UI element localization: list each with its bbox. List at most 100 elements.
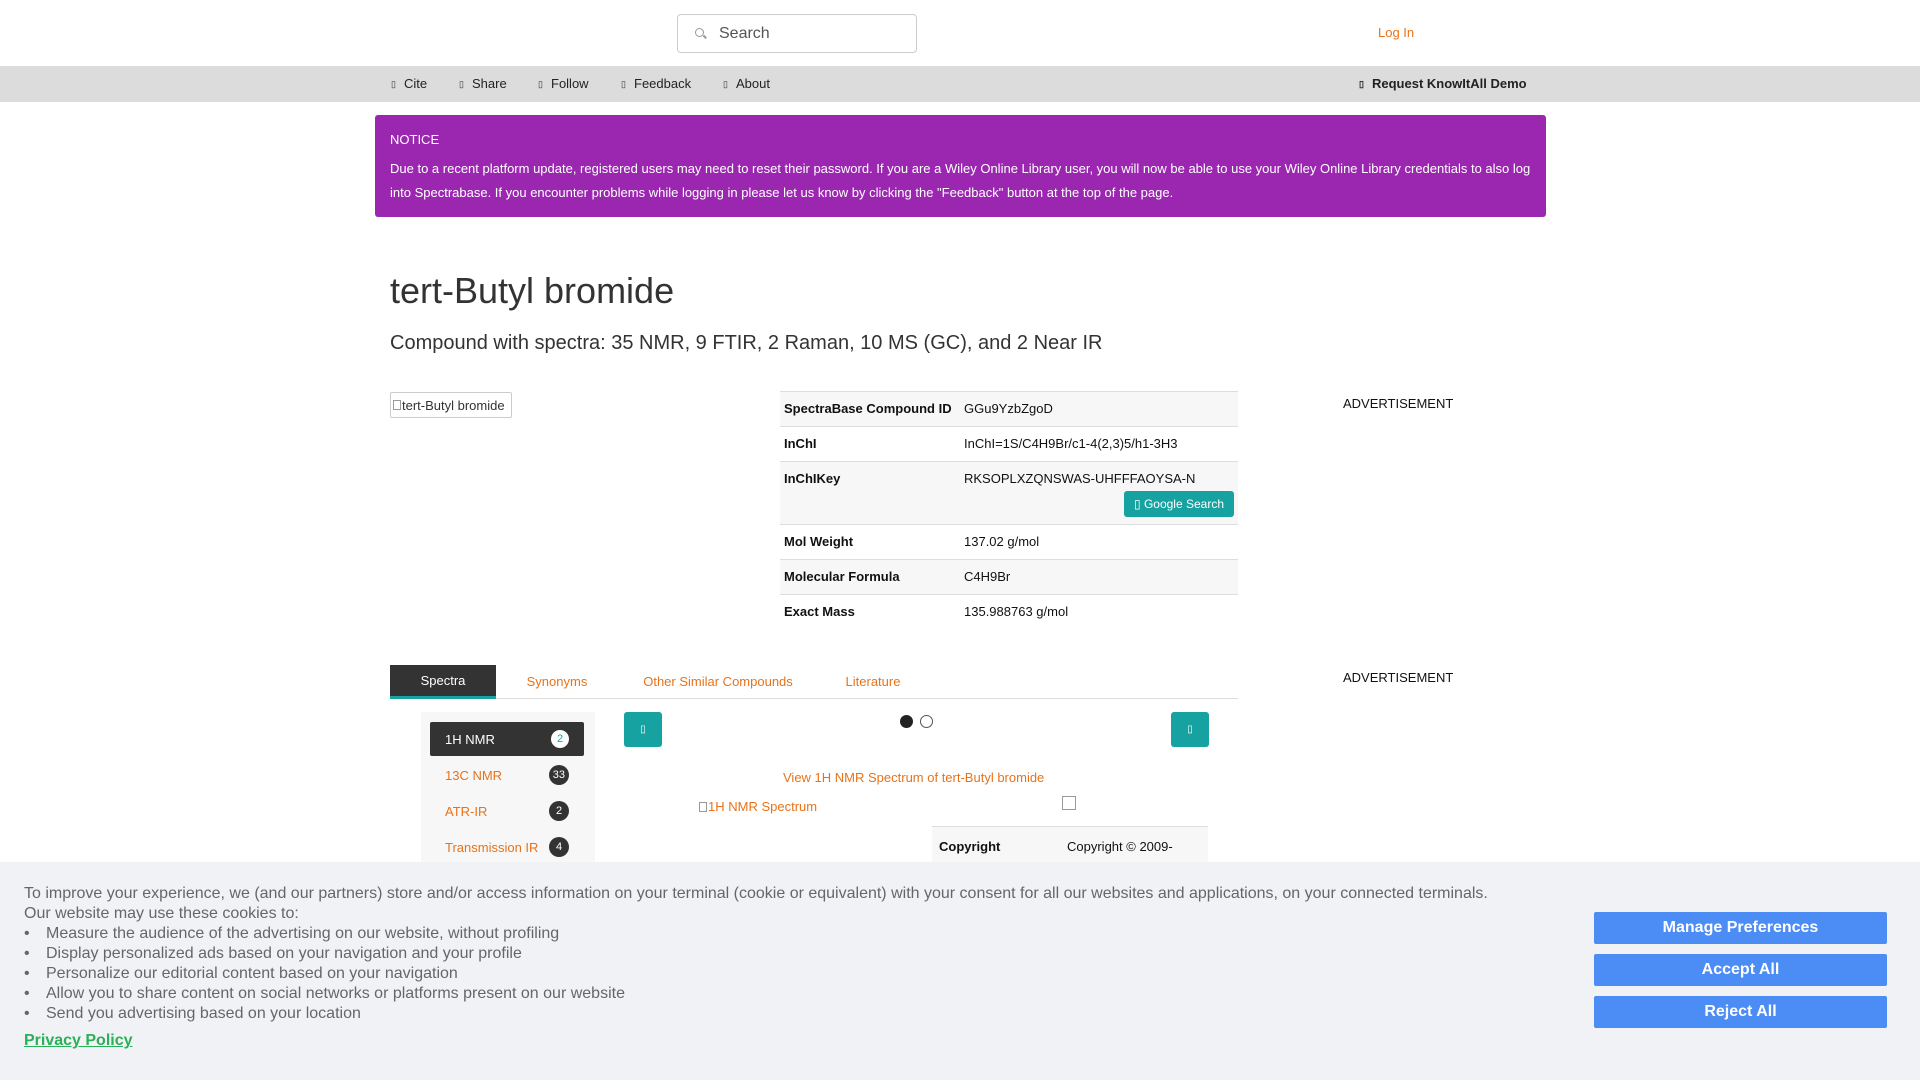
count-badge: 2 bbox=[549, 801, 569, 821]
nav-cite[interactable]: ▯ Cite bbox=[391, 76, 427, 91]
nav-about-label: About bbox=[736, 76, 770, 91]
spectra-type-label: ATR-IR bbox=[445, 803, 488, 819]
google-icon: ▯ bbox=[1134, 497, 1144, 511]
prop-value: C4H9Br bbox=[960, 559, 1238, 595]
prop-value: 135.988763 g/mol bbox=[960, 594, 1238, 630]
nav-cite-label: Cite bbox=[404, 76, 428, 91]
nav-follow[interactable]: ▯ Follow bbox=[538, 76, 589, 91]
prop-key: Molecular Formula bbox=[780, 559, 960, 595]
compound-subtitle: Compound with spectra: 35 NMR, 9 FTIR, 2… bbox=[390, 332, 1103, 354]
list-item: Allow you to share content on social net… bbox=[24, 984, 625, 1004]
share-icon: ▯ bbox=[459, 78, 464, 89]
cookie-intro: To improve your experience, we (and our … bbox=[24, 884, 1488, 924]
carousel-indicator[interactable] bbox=[920, 715, 933, 728]
notice-title: NOTICE bbox=[390, 132, 440, 147]
cookie-intro-line: Our website may use these cookies to: bbox=[24, 905, 299, 922]
demo-icon: ▯ bbox=[1359, 78, 1364, 89]
page-title: tert-Butyl bromide bbox=[390, 270, 675, 311]
structure-image: tert-Butyl bromide bbox=[390, 392, 512, 418]
cookie-intro-line: To improve your experience, we (and our … bbox=[24, 885, 1488, 902]
login-link[interactable]: Log In bbox=[1378, 25, 1414, 40]
chevron-right-icon: ▯ bbox=[1187, 724, 1193, 735]
carousel-indicator-active[interactable] bbox=[900, 715, 913, 728]
table-row: InChIKey RKSOPLXZQNSWAS-UHFFFAOYSA-N ▯ G… bbox=[780, 461, 1238, 525]
spectra-type-13c-nmr[interactable]: 13C NMR 33 bbox=[430, 758, 584, 792]
manage-preferences-button[interactable]: Manage Preferences bbox=[1594, 912, 1887, 944]
spectra-type-1h-nmr[interactable]: 1H NMR 2 bbox=[430, 722, 584, 756]
list-item: Display personalized ads based on your n… bbox=[24, 944, 625, 964]
prop-key: SpectraBase Compound ID bbox=[780, 391, 960, 427]
nav-share[interactable]: ▯ Share bbox=[459, 76, 507, 91]
tab-spectra[interactable]: Spectra bbox=[390, 665, 496, 699]
prop-value-cell: RKSOPLXZQNSWAS-UHFFFAOYSA-N ▯ Google Sea… bbox=[960, 461, 1238, 525]
spectra-type-label: 1H NMR bbox=[445, 731, 495, 747]
chevron-left-icon: ▯ bbox=[640, 724, 646, 735]
cookie-consent-banner: To improve your experience, we (and our … bbox=[0, 862, 1920, 1080]
follow-icon: ▯ bbox=[538, 78, 543, 89]
reject-all-button[interactable]: Reject All bbox=[1594, 996, 1887, 1028]
search-icon bbox=[695, 27, 707, 40]
carousel-next-button[interactable]: ▯ bbox=[1171, 712, 1209, 747]
accept-all-button[interactable]: Accept All bbox=[1594, 954, 1887, 986]
spectra-type-atr-ir[interactable]: ATR-IR 2 bbox=[430, 794, 584, 828]
nav-feedback[interactable]: ▯ Feedback bbox=[621, 76, 691, 91]
properties-table: SpectraBase Compound ID GGu9YzbZgoD InCh… bbox=[780, 391, 1238, 630]
request-demo-link[interactable]: ▯ Request KnowItAll Demo bbox=[1359, 76, 1527, 91]
request-demo-label: Request KnowItAll Demo bbox=[1372, 76, 1527, 91]
broken-image-icon bbox=[393, 400, 401, 410]
carousel-prev-button[interactable]: ▯ bbox=[624, 712, 662, 747]
structure-image-alt: tert-Butyl bromide bbox=[402, 397, 505, 413]
privacy-policy-link[interactable]: Privacy Policy bbox=[24, 1032, 133, 1050]
spectrum-info-table: Copyright Copyright © 2009- bbox=[932, 826, 1208, 862]
table-row: Mol Weight 137.02 g/mol bbox=[780, 524, 1238, 560]
spectra-type-transmission-ir[interactable]: Transmission IR 4 bbox=[430, 830, 584, 864]
notice-banner: NOTICE Due to a recent platform update, … bbox=[375, 115, 1546, 217]
broken-image-icon bbox=[1062, 796, 1076, 810]
advertisement-label: ADVERTISEMENT bbox=[1343, 396, 1454, 411]
count-badge: 33 bbox=[548, 765, 569, 785]
search-input[interactable] bbox=[719, 24, 909, 43]
list-item: Personalize our editorial content based … bbox=[24, 964, 625, 984]
nav-about[interactable]: ▯ About bbox=[723, 76, 770, 91]
nav-feedback-label: Feedback bbox=[634, 76, 692, 91]
prop-value: GGu9YzbZgoD bbox=[960, 391, 1238, 427]
copyright-key: Copyright bbox=[939, 839, 1001, 854]
nav-follow-label: Follow bbox=[551, 76, 589, 91]
spectrum-image-alt: 1H NMR Spectrum bbox=[708, 799, 818, 814]
table-row: Molecular Formula C4H9Br bbox=[780, 559, 1238, 595]
quote-icon: ▯ bbox=[391, 78, 396, 89]
google-search-label: Google Search bbox=[1143, 497, 1224, 511]
advertisement-label: ADVERTISEMENT bbox=[1343, 670, 1454, 685]
google-search-button[interactable]: ▯ Google Search bbox=[1124, 491, 1234, 517]
notice-text: Due to a recent platform update, registe… bbox=[390, 161, 1531, 200]
nav-share-label: Share bbox=[472, 76, 507, 91]
spectrum-thumbnail bbox=[1062, 796, 1077, 815]
prop-value: InChI=1S/C4H9Br/c1-4(2,3)5/h1-3H3 bbox=[960, 426, 1238, 462]
broken-image-icon bbox=[699, 801, 707, 812]
tab-other-similar[interactable]: Other Similar Compounds bbox=[618, 665, 818, 698]
prop-key: InChIKey bbox=[780, 461, 960, 525]
prop-value: RKSOPLXZQNSWAS-UHFFFAOYSA-N bbox=[964, 471, 1196, 486]
prop-key: Exact Mass bbox=[780, 594, 960, 630]
view-spectrum-link[interactable]: View 1H NMR Spectrum of tert-Butyl bromi… bbox=[783, 770, 1044, 785]
count-badge: 2 bbox=[551, 730, 569, 748]
search-box[interactable] bbox=[677, 14, 917, 53]
compound-tabs: Spectra Synonyms Other Similar Compounds… bbox=[390, 665, 1238, 699]
info-icon: ▯ bbox=[723, 78, 728, 89]
top-navbar: ▯ Cite ▯ Share ▯ Follow ▯ Feedback ▯ About ▯ R… bbox=[0, 66, 1920, 102]
spectra-type-label: Transmission IR bbox=[445, 839, 539, 855]
site-header: Log In bbox=[0, 0, 1920, 66]
spectrum-image[interactable]: 1H NMR Spectrum bbox=[699, 799, 817, 814]
table-row: Exact Mass 135.988763 g/mol bbox=[780, 594, 1238, 630]
list-item: Measure the audience of the advertising … bbox=[24, 924, 625, 944]
list-item: Send you advertising based on your locat… bbox=[24, 1004, 625, 1024]
feedback-icon: ▯ bbox=[621, 78, 626, 89]
table-row: InChI InChI=1S/C4H9Br/c1-4(2,3)5/h1-3H3 bbox=[780, 426, 1238, 462]
spectra-type-label: 13C NMR bbox=[445, 767, 503, 783]
prop-key: InChI bbox=[780, 426, 960, 462]
tab-synonyms[interactable]: Synonyms bbox=[496, 665, 618, 698]
copyright-value: Copyright © 2009- bbox=[1067, 839, 1173, 854]
prop-value: 137.02 g/mol bbox=[960, 524, 1238, 560]
cookie-purposes-list: Measure the audience of the advertising … bbox=[24, 924, 625, 1024]
tab-literature[interactable]: Literature bbox=[818, 665, 928, 698]
